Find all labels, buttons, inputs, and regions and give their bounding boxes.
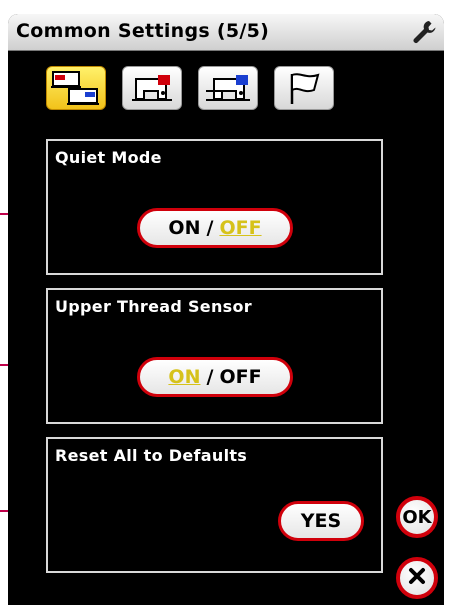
- flag-icon: [284, 70, 324, 106]
- tab-sewing-settings[interactable]: [122, 66, 182, 110]
- settings-tabs: [8, 66, 444, 114]
- quiet-mode-toggle[interactable]: ON / OFF: [137, 208, 293, 248]
- tab-embroidery-settings[interactable]: [198, 66, 258, 110]
- reset-defaults-label: Reset All to Defaults: [55, 446, 248, 465]
- quiet-mode-label: Quiet Mode: [55, 148, 162, 167]
- upper-thread-sensor-panel: Upper Thread Sensor ON / OFF: [46, 288, 383, 424]
- upper-thread-sensor-label: Upper Thread Sensor: [55, 297, 252, 316]
- quiet-mode-panel: Quiet Mode ON / OFF: [46, 139, 383, 275]
- sewing-machine-red-icon: [130, 71, 174, 105]
- tab-machine-settings[interactable]: [46, 66, 106, 110]
- screen: Common Settings (5/5) Quiet Mode ON / OF…: [8, 14, 444, 605]
- quiet-mode-on: ON: [168, 217, 201, 239]
- upper-thread-sensor-separator: /: [206, 366, 214, 388]
- quiet-mode-separator: /: [206, 217, 214, 239]
- upper-thread-sensor-off: OFF: [219, 366, 262, 388]
- title-bar: Common Settings (5/5): [8, 14, 444, 51]
- window-title: Common Settings (5/5): [16, 20, 270, 42]
- machine-pair-icon: [49, 68, 103, 108]
- reset-yes-button[interactable]: YES: [278, 501, 364, 541]
- upper-thread-sensor-on: ON: [168, 366, 201, 388]
- wrench-icon: [410, 18, 438, 46]
- close-button[interactable]: [396, 557, 438, 599]
- settings-window: Common Settings (5/5) Quiet Mode ON / OF…: [0, 0, 453, 605]
- embroidery-machine-blue-icon: [204, 71, 252, 105]
- close-icon: [408, 567, 426, 590]
- tab-general-settings[interactable]: [274, 66, 334, 110]
- ok-button[interactable]: OK: [396, 496, 438, 538]
- upper-thread-sensor-toggle[interactable]: ON / OFF: [137, 357, 293, 397]
- quiet-mode-off: OFF: [219, 217, 262, 239]
- reset-defaults-panel: Reset All to Defaults YES: [46, 437, 383, 573]
